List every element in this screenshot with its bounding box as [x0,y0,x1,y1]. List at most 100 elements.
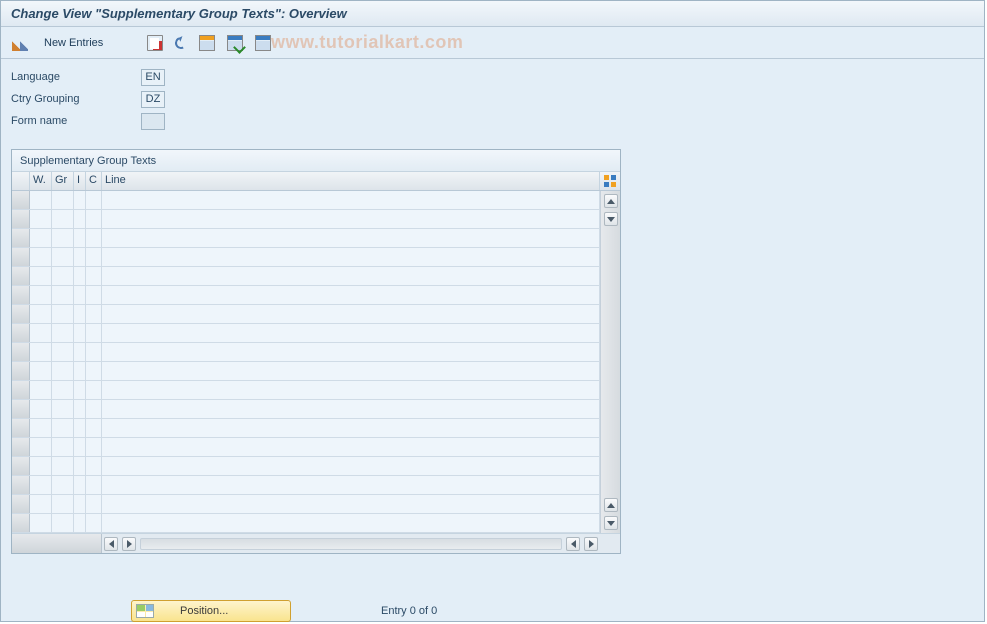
cell-gr[interactable] [52,343,74,361]
select-block-button[interactable] [222,32,248,54]
cell-w[interactable] [30,324,52,342]
cell-c[interactable] [86,210,102,228]
row-selector[interactable] [12,419,30,437]
cell-i[interactable] [74,286,86,304]
cell-w[interactable] [30,362,52,380]
cell-line[interactable] [102,229,600,247]
configure-columns-button[interactable] [600,172,620,190]
cell-w[interactable] [30,248,52,266]
scroll-left-button[interactable] [104,537,118,551]
cell-line[interactable] [102,514,600,532]
cell-c[interactable] [86,476,102,494]
toggle-display-change-button[interactable] [7,32,33,54]
row-selector[interactable] [12,400,30,418]
cell-w[interactable] [30,191,52,209]
row-selector[interactable] [12,476,30,494]
language-field[interactable]: EN [141,69,165,86]
scroll-right-end-button[interactable] [584,537,598,551]
cell-i[interactable] [74,343,86,361]
position-button[interactable]: Position... [131,600,291,622]
deselect-all-button[interactable] [250,32,276,54]
cell-line[interactable] [102,286,600,304]
cell-gr[interactable] [52,286,74,304]
column-line[interactable]: Line [102,172,600,190]
column-w[interactable]: W. [30,172,52,190]
cell-line[interactable] [102,495,600,513]
cell-w[interactable] [30,381,52,399]
cell-c[interactable] [86,229,102,247]
cell-i[interactable] [74,191,86,209]
cell-i[interactable] [74,457,86,475]
row-selector[interactable] [12,514,30,532]
cell-i[interactable] [74,305,86,323]
cell-c[interactable] [86,248,102,266]
undo-button[interactable] [170,32,192,54]
cell-c[interactable] [86,362,102,380]
cell-i[interactable] [74,210,86,228]
cell-c[interactable] [86,343,102,361]
cell-gr[interactable] [52,324,74,342]
cell-line[interactable] [102,476,600,494]
row-selector[interactable] [12,457,30,475]
cell-line[interactable] [102,419,600,437]
hscroll-track[interactable] [140,538,562,550]
cell-line[interactable] [102,305,600,323]
vertical-scrollbar[interactable] [600,191,620,533]
cell-c[interactable] [86,381,102,399]
select-all-button[interactable] [194,32,220,54]
cell-gr[interactable] [52,362,74,380]
cell-c[interactable] [86,419,102,437]
horizontal-scrollbar[interactable] [12,533,620,553]
cell-w[interactable] [30,229,52,247]
cell-i[interactable] [74,229,86,247]
cell-c[interactable] [86,191,102,209]
row-selector[interactable] [12,362,30,380]
cell-gr[interactable] [52,457,74,475]
cell-line[interactable] [102,381,600,399]
row-selector[interactable] [12,248,30,266]
cell-line[interactable] [102,191,600,209]
row-selector[interactable] [12,438,30,456]
cell-line[interactable] [102,343,600,361]
cell-gr[interactable] [52,229,74,247]
cell-line[interactable] [102,267,600,285]
new-entries-button[interactable]: New Entries [35,32,112,54]
ctry-grouping-field[interactable]: DZ [141,91,165,108]
cell-c[interactable] [86,267,102,285]
cell-i[interactable] [74,438,86,456]
scroll-up-end-button[interactable] [604,498,618,512]
cell-gr[interactable] [52,267,74,285]
column-c[interactable]: C [86,172,102,190]
cell-w[interactable] [30,495,52,513]
cell-gr[interactable] [52,305,74,323]
cell-gr[interactable] [52,438,74,456]
cell-c[interactable] [86,457,102,475]
cell-w[interactable] [30,210,52,228]
cell-line[interactable] [102,248,600,266]
cell-i[interactable] [74,381,86,399]
cell-i[interactable] [74,476,86,494]
row-selector[interactable] [12,324,30,342]
row-selector[interactable] [12,381,30,399]
cell-i[interactable] [74,400,86,418]
cell-i[interactable] [74,495,86,513]
copy-as-button[interactable] [142,32,168,54]
cell-w[interactable] [30,438,52,456]
row-selector[interactable] [12,305,30,323]
column-gr[interactable]: Gr [52,172,74,190]
cell-gr[interactable] [52,476,74,494]
scroll-down-end-button[interactable] [604,516,618,530]
cell-i[interactable] [74,324,86,342]
cell-gr[interactable] [52,419,74,437]
row-selector[interactable] [12,267,30,285]
cell-c[interactable] [86,286,102,304]
cell-line[interactable] [102,438,600,456]
cell-w[interactable] [30,419,52,437]
row-selector[interactable] [12,191,30,209]
cell-c[interactable] [86,438,102,456]
cell-w[interactable] [30,305,52,323]
form-name-field[interactable] [141,113,165,130]
cell-c[interactable] [86,324,102,342]
row-selector[interactable] [12,343,30,361]
cell-gr[interactable] [52,400,74,418]
